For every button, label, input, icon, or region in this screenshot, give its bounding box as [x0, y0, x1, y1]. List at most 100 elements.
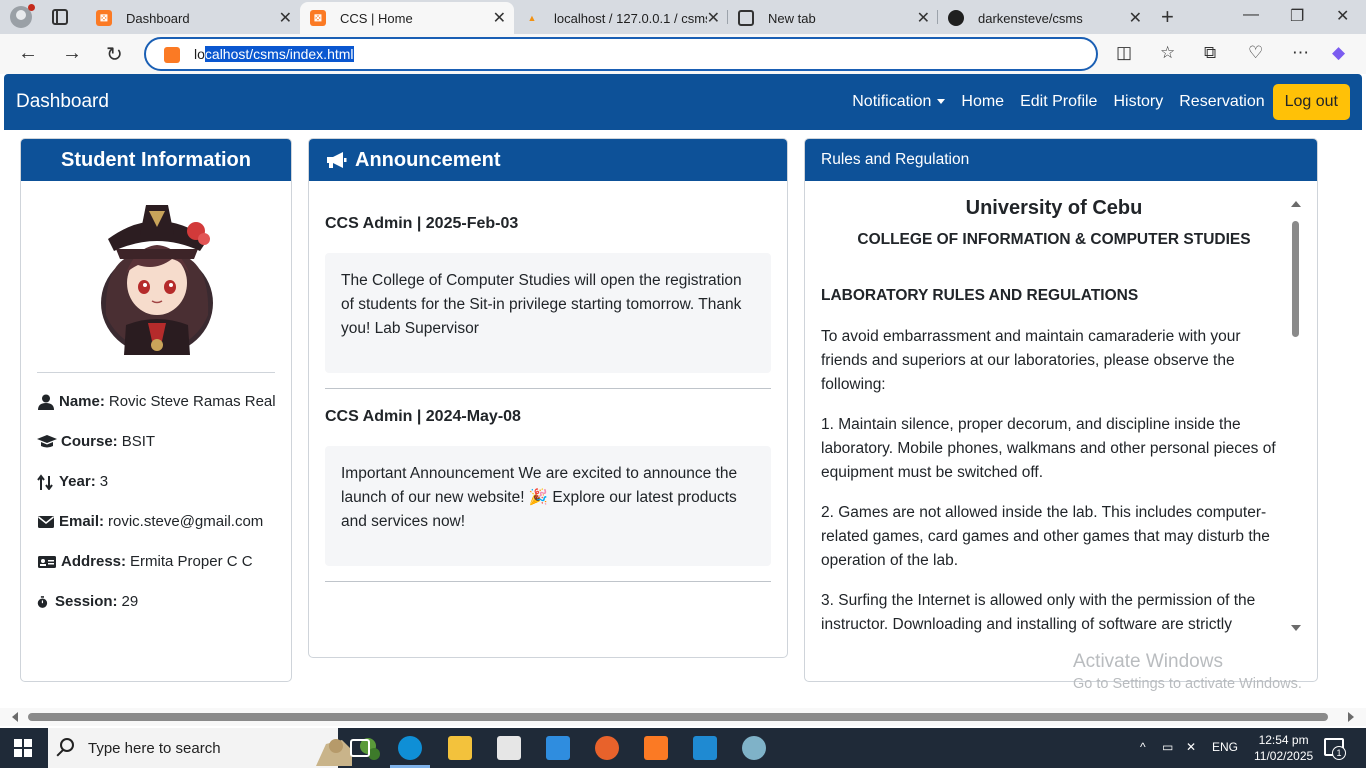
- close-icon[interactable]: ✕: [917, 8, 930, 28]
- windows-start-icon[interactable]: [14, 739, 32, 757]
- info-label: Email:: [59, 513, 105, 530]
- xampp-taskbar-icon[interactable]: [644, 736, 668, 760]
- info-label: Year:: [59, 473, 96, 490]
- rules-paragraph: 3. Surfing the Internet is allowed only …: [821, 592, 1256, 633]
- new-tab-icon: [738, 10, 754, 26]
- rules-heading: Rules and Regulation: [805, 139, 1317, 181]
- xampp-icon: ⊠: [310, 10, 326, 26]
- announcement-body: The College of Computer Studies will ope…: [325, 253, 771, 373]
- split-screen-icon[interactable]: ◫: [1116, 43, 1132, 63]
- url-text[interactable]: localhost/csms/index.html: [194, 46, 354, 62]
- taskbar-search-box[interactable]: Type here to search: [48, 728, 380, 768]
- tab-title: CCS | Home: [340, 10, 413, 26]
- minimize-icon[interactable]: —: [1243, 6, 1259, 24]
- store-icon[interactable]: [497, 736, 521, 760]
- task-view-icon[interactable]: [350, 739, 370, 757]
- close-icon[interactable]: ✕: [279, 8, 292, 28]
- language-indicator[interactable]: ENG: [1212, 740, 1238, 754]
- volume-muted-icon[interactable]: ✕: [1186, 740, 1196, 754]
- mail-icon[interactable]: [546, 736, 570, 760]
- scroll-right-arrow-icon[interactable]: [1348, 712, 1354, 722]
- info-value: Ermita Proper C C: [130, 553, 253, 570]
- paint-icon[interactable]: [742, 736, 766, 760]
- github-icon: [948, 10, 964, 26]
- envelope-icon: [38, 515, 54, 528]
- search-icon: [60, 738, 74, 752]
- info-value: 29: [121, 593, 139, 610]
- rules-paragraph: To avoid embarrassment and maintain cama…: [821, 328, 1241, 393]
- activate-windows-subtext: Go to Settings to activate Windows.: [1073, 676, 1302, 692]
- show-hidden-icons-icon[interactable]: ^: [1140, 740, 1146, 754]
- student-info-card: Student Information Name: Rovic Steve Ra…: [20, 138, 292, 682]
- nav-home[interactable]: Home: [961, 93, 1004, 111]
- edge-taskbar-icon[interactable]: [398, 736, 422, 760]
- favorites-star-icon[interactable]: ☆: [1160, 43, 1175, 63]
- announcement-card: Announcement CCS Admin | 2025-Feb-03 The…: [308, 138, 788, 658]
- close-icon[interactable]: ✕: [493, 8, 506, 28]
- rules-scroll-area[interactable]: University of Cebu COLLEGE OF INFORMATIO…: [805, 181, 1317, 681]
- close-icon[interactable]: ✕: [706, 8, 720, 28]
- announcement-heading: Announcement: [309, 139, 787, 181]
- scrollbar-thumb[interactable]: [28, 713, 1328, 721]
- browser-tab-new-tab[interactable]: New tab ✕: [728, 2, 938, 34]
- address-bar[interactable]: localhost/csms/index.html: [144, 37, 1098, 71]
- tab-title: Dashboard: [126, 10, 190, 26]
- browser-tab-phpmyadmin[interactable]: ▲ localhost / 127.0.0.1 / csms / ✕: [514, 2, 728, 34]
- nav-notification-dropdown[interactable]: Notification: [852, 93, 946, 111]
- info-row-course: Course: BSIT: [37, 433, 155, 450]
- nav-reservation[interactable]: Reservation: [1179, 93, 1264, 111]
- announcement-divider: [325, 581, 771, 582]
- info-row-year: Year: 3: [37, 473, 108, 490]
- scrollbar-thumb[interactable]: [1292, 221, 1299, 337]
- taskbar-clock[interactable]: 12:54 pm 11/02/2025: [1254, 732, 1313, 764]
- scroll-up-arrow-icon[interactable]: [1291, 201, 1301, 207]
- scroll-left-arrow-icon[interactable]: [12, 712, 18, 722]
- rules-title: LABORATORY RULES AND REGULATIONS: [821, 287, 1139, 304]
- search-highlight-illustration: [316, 738, 380, 766]
- browser-essentials-icon[interactable]: ♡: [1248, 43, 1263, 63]
- rules-paragraph: 2. Games are not allowed inside the lab.…: [821, 504, 1270, 569]
- id-card-icon: [38, 555, 56, 568]
- scroll-down-arrow-icon[interactable]: [1291, 625, 1301, 631]
- xampp-icon: ⊠: [96, 10, 112, 26]
- logout-button[interactable]: Log out: [1272, 84, 1350, 120]
- windows-taskbar: Type here to search ^ ▭ ✕ ENG 12:54 pm 1…: [0, 728, 1366, 768]
- graduation-cap-icon: [37, 434, 57, 447]
- more-menu-icon[interactable]: ⋯: [1292, 43, 1309, 63]
- megaphone-icon: [327, 152, 347, 168]
- browser-tab-github[interactable]: darkensteve/csms ✕: [938, 2, 1150, 34]
- page-horizontal-scrollbar[interactable]: [0, 708, 1366, 726]
- navbar-brand[interactable]: Dashboard: [16, 91, 109, 113]
- forward-icon[interactable]: →: [62, 42, 82, 65]
- rules-scrollbar[interactable]: [1289, 201, 1301, 631]
- close-window-icon[interactable]: ✕: [1336, 6, 1349, 26]
- stopwatch-icon: [37, 595, 48, 608]
- announcement-title: Announcement: [355, 148, 501, 171]
- activate-windows-watermark: Activate Windows: [1073, 651, 1223, 672]
- close-icon[interactable]: ✕: [1129, 8, 1142, 28]
- info-row-name: Name: Rovic Steve Ramas Real: [37, 393, 276, 410]
- address-bar-row: ← → ↻ localhost/csms/index.html ◫ ☆ ⧉ ♡ …: [0, 34, 1366, 74]
- refresh-icon[interactable]: ↻: [106, 42, 123, 67]
- vscode-icon[interactable]: [693, 736, 717, 760]
- browser-tab-ccs-home[interactable]: ⊠ CCS | Home ✕: [300, 2, 514, 34]
- info-label: Name:: [59, 393, 105, 410]
- info-value: rovic.steve@gmail.com: [108, 513, 264, 530]
- copilot-icon[interactable]: ◆: [1332, 43, 1345, 63]
- college-name: COLLEGE OF INFORMATION & COMPUTER STUDIE…: [857, 231, 1251, 248]
- firefox-icon[interactable]: [595, 736, 619, 760]
- info-row-email: Email: rovic.steve@gmail.com: [37, 513, 263, 530]
- profile-status-dot: [28, 4, 35, 11]
- clock-date: 11/02/2025: [1254, 749, 1314, 763]
- network-icon[interactable]: ▭: [1162, 740, 1173, 754]
- tab-title: New tab: [768, 10, 816, 26]
- nav-edit-profile[interactable]: Edit Profile: [1020, 93, 1097, 111]
- browser-tab-dashboard[interactable]: ⊠ Dashboard ✕: [86, 2, 300, 34]
- tab-actions-icon[interactable]: [52, 9, 68, 25]
- restore-icon[interactable]: ❐: [1290, 6, 1304, 26]
- nav-history[interactable]: History: [1113, 93, 1163, 111]
- collections-icon[interactable]: ⧉: [1204, 43, 1216, 63]
- back-icon[interactable]: ←: [18, 42, 38, 65]
- file-explorer-icon[interactable]: [448, 736, 472, 760]
- new-tab-button[interactable]: +: [1161, 4, 1174, 30]
